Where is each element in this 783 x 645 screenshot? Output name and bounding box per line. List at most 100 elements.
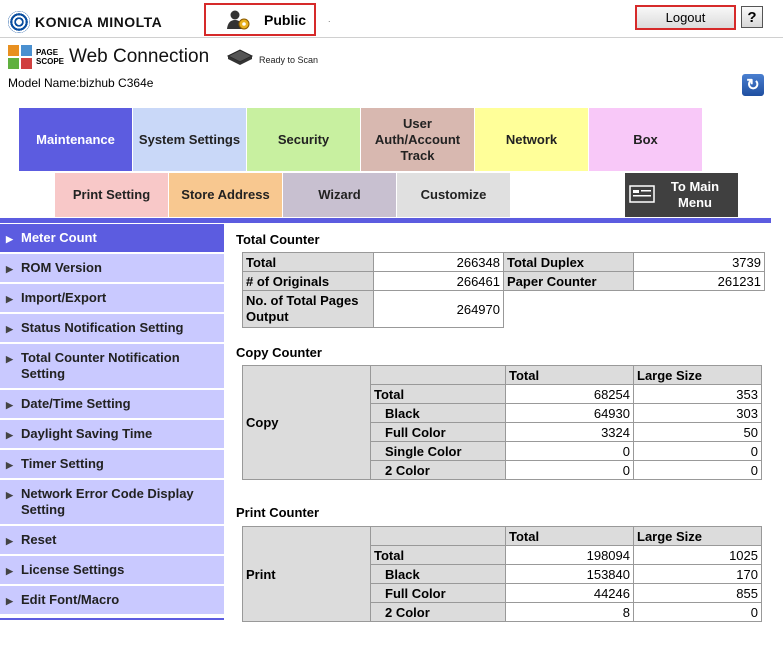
- nav-item-timer-setting[interactable]: ▶ Timer Setting: [0, 450, 224, 480]
- tab-print-setting[interactable]: Print Setting: [55, 173, 168, 217]
- copy-row-label: 2 Color: [370, 460, 506, 480]
- tab-underline: [0, 218, 771, 223]
- nav-item-label: License Settings: [21, 562, 125, 577]
- nav-item-date-time-setting[interactable]: ▶ Date/Time Setting: [0, 390, 224, 420]
- nav-item-label: Meter Count: [21, 230, 97, 245]
- copy-row-label: Black: [370, 403, 506, 423]
- pagescope-icon: [8, 45, 32, 69]
- refresh-button[interactable]: ↻: [742, 74, 764, 96]
- table-row: # of Originals 266461 Paper Counter 2612…: [242, 271, 765, 291]
- paper-counter-value: 261231: [633, 271, 765, 291]
- arrow-right-icon: ▶: [6, 264, 13, 274]
- total-label: Total: [242, 252, 374, 272]
- tab-security[interactable]: Security: [247, 108, 360, 171]
- total-counter-title: Total Counter: [236, 232, 320, 247]
- arrow-right-icon: ▶: [6, 234, 13, 244]
- print-row-label: Black: [370, 564, 506, 584]
- print-group-label: Print: [242, 526, 371, 622]
- separator-dot: .: [328, 14, 331, 24]
- nav-item-label: Total Counter Notification Setting: [21, 350, 180, 381]
- arrow-right-icon: ▶: [6, 324, 13, 334]
- copy-row-large: 50: [633, 422, 762, 442]
- nav-item-label: Network Error Code Display Setting: [21, 486, 194, 517]
- total-pages-output-value: 264970: [373, 290, 504, 328]
- copy-col-large-size: Large Size: [633, 365, 762, 385]
- originals-label: # of Originals: [242, 271, 374, 291]
- nav-item-import-export[interactable]: ▶ Import/Export: [0, 284, 224, 314]
- arrow-right-icon: ▶: [6, 400, 13, 410]
- nav-item-network-error-code-display-setting[interactable]: ▶ Network Error Code Display Setting: [0, 480, 224, 526]
- sidebar-nav: ▶ Meter Count ▶ ROM Version ▶ Import/Export…: [0, 224, 224, 616]
- nav-item-label: Import/Export: [21, 290, 107, 305]
- user-mode-label: Public: [264, 11, 307, 28]
- nav-item-label: ROM Version: [21, 260, 102, 275]
- tab-network[interactable]: Network: [475, 108, 588, 171]
- paper-counter-label: Paper Counter: [503, 271, 634, 291]
- nav-item-edit-font-macro[interactable]: ▶ Edit Font/Macro: [0, 586, 224, 616]
- tab-system-settings[interactable]: System Settings: [133, 108, 246, 171]
- copy-counter-table: Copy Total Large Size Total 68254 353 Bl…: [242, 365, 762, 480]
- arrow-right-icon: ▶: [6, 490, 13, 500]
- copy-row-total: 0: [505, 441, 634, 461]
- copy-row-label: Total: [370, 384, 506, 404]
- nav-item-reset[interactable]: ▶ Reset: [0, 526, 224, 556]
- user-gear-icon: [227, 10, 250, 29]
- tab-customize[interactable]: Customize: [397, 173, 510, 217]
- print-row-total: 8: [505, 602, 634, 622]
- nav-item-total-counter-notification-setting[interactable]: ▶ Total Counter Notification Setting: [0, 344, 224, 390]
- nav-item-rom-version[interactable]: ▶ ROM Version: [0, 254, 224, 284]
- pagescope-line2: SCOPE: [36, 57, 65, 66]
- copy-row-large: 353: [633, 384, 762, 404]
- main-menu-icon: [629, 185, 655, 203]
- nav-item-label: Reset: [21, 532, 57, 547]
- copy-group-label: Copy: [242, 365, 371, 480]
- help-button[interactable]: ?: [741, 6, 763, 28]
- arrow-right-icon: ▶: [6, 536, 13, 546]
- nav-item-status-notification-setting[interactable]: ▶ Status Notification Setting: [0, 314, 224, 344]
- arrow-right-icon: ▶: [6, 430, 13, 440]
- print-row-large: 855: [633, 583, 762, 603]
- nav-item-label: Daylight Saving Time: [21, 426, 153, 441]
- brand-name: KONICA MINOLTA: [35, 14, 163, 30]
- device-status: Ready to Scan: [259, 55, 319, 65]
- pagescope-small-text: PAGE SCOPE: [36, 48, 64, 66]
- total-duplex-label: Total Duplex: [503, 252, 634, 272]
- tab-box[interactable]: Box: [589, 108, 702, 171]
- copy-row-large: 0: [633, 460, 762, 480]
- logout-button[interactable]: Logout: [635, 5, 736, 30]
- user-mode-indicator: Public: [204, 3, 316, 36]
- tab-store-address[interactable]: Store Address: [169, 173, 282, 217]
- table-header-row: Print Total Large Size: [242, 526, 762, 622]
- table-row: No. of Total Pages Output 264970: [242, 290, 765, 328]
- print-row-label: 2 Color: [370, 602, 506, 622]
- tab-user-auth-account-track[interactable]: User Auth/Account Track: [361, 108, 474, 171]
- print-row-total: 44246: [505, 583, 634, 603]
- nav-item-license-settings[interactable]: ▶ License Settings: [0, 556, 224, 586]
- arrow-right-icon: ▶: [6, 354, 13, 364]
- print-row-large: 170: [633, 564, 762, 584]
- print-counter-title: Print Counter: [236, 505, 320, 520]
- print-counter-table: Print Total Large Size Total 198094 1025…: [242, 526, 762, 622]
- scanner-icon: [226, 49, 254, 65]
- copy-row-large: 303: [633, 403, 762, 423]
- to-main-menu-label: To Main Menu: [670, 179, 720, 210]
- nav-item-label: Date/Time Setting: [21, 396, 131, 411]
- copy-row-label: Single Color: [370, 441, 506, 461]
- tab-maintenance[interactable]: Maintenance: [19, 108, 132, 171]
- header-divider: [0, 37, 783, 38]
- nav-item-label: Status Notification Setting: [21, 320, 184, 335]
- copy-row-large: 0: [633, 441, 762, 461]
- nav-item-meter-count[interactable]: ▶ Meter Count: [0, 224, 224, 254]
- total-value: 266348: [373, 252, 504, 272]
- nav-item-daylight-saving-time[interactable]: ▶ Daylight Saving Time: [0, 420, 224, 450]
- print-col-total: Total: [505, 526, 634, 546]
- arrow-right-icon: ▶: [6, 596, 13, 606]
- refresh-icon: ↻: [746, 77, 760, 94]
- sidebar-bottom-line: [0, 618, 224, 620]
- total-duplex-value: 3739: [633, 252, 765, 272]
- pagescope-logo: PAGE SCOPE Web Connection: [8, 45, 209, 69]
- copy-row-total: 68254: [505, 384, 634, 404]
- to-main-menu-button[interactable]: To Main Menu: [625, 173, 738, 217]
- total-pages-output-label: No. of Total Pages Output: [242, 290, 374, 328]
- tab-wizard[interactable]: Wizard: [283, 173, 396, 217]
